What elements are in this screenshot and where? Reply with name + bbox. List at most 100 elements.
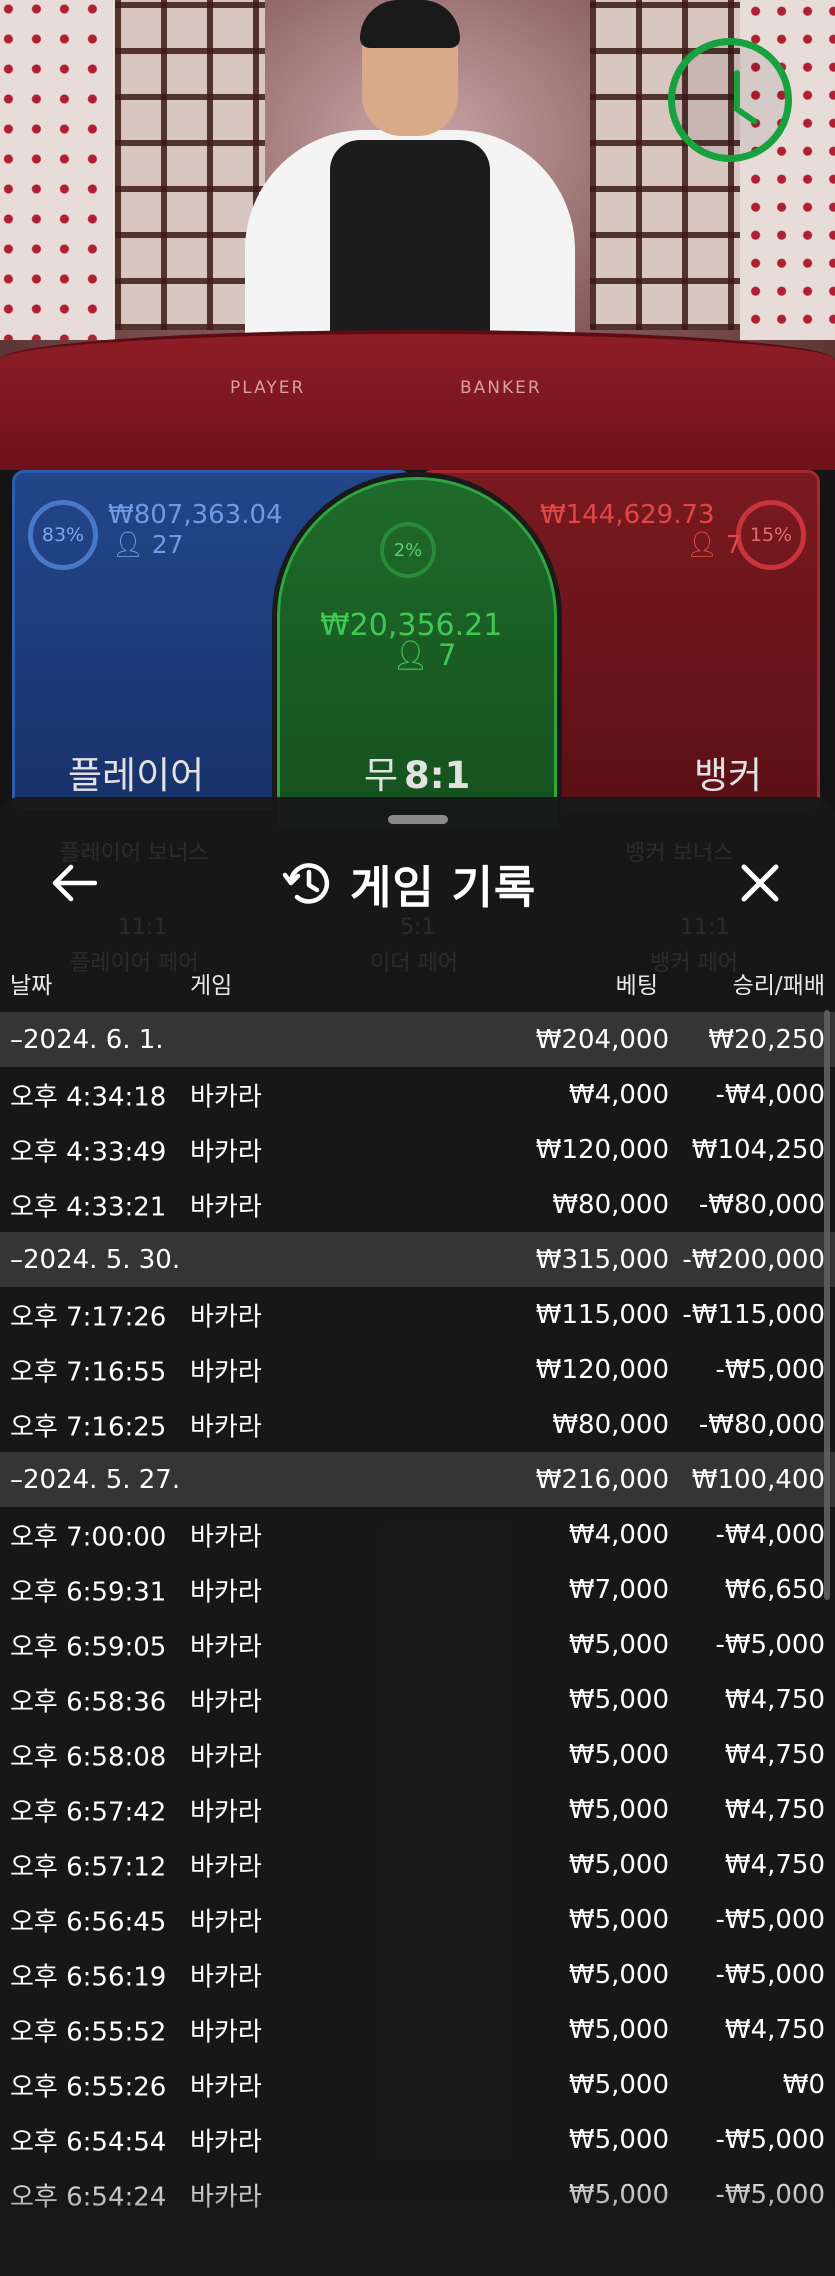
row-bet: ₩5,000: [568, 2069, 669, 2100]
history-row[interactable]: 오후 6:55:26 바카라 ₩5,000 ₩0: [0, 2057, 835, 2112]
row-bet: ₩4,000: [568, 1079, 669, 1110]
row-game: 바카라: [190, 1302, 262, 1332]
date-group-row[interactable]: –2024. 6. 1. ₩204,000 ₩20,250: [0, 1012, 835, 1067]
history-row[interactable]: 오후 6:58:36 바카라 ₩5,000 ₩4,750: [0, 1672, 835, 1727]
row-game: 바카라: [190, 1082, 262, 1112]
history-row[interactable]: 오후 6:59:31 바카라 ₩7,000 ₩6,650: [0, 1562, 835, 1617]
close-icon: [741, 864, 779, 902]
row-result: -₩115,000: [682, 1299, 825, 1330]
column-header-bet: 베팅: [615, 973, 658, 999]
history-row[interactable]: 오후 4:33:49 바카라 ₩120,000 ₩104,250: [0, 1122, 835, 1177]
row-time: 오후 7:16:25: [10, 1412, 167, 1442]
user-icon: 👤︎: [686, 530, 718, 559]
row-result: ₩104,250: [691, 1134, 825, 1165]
date-group-row[interactable]: –2024. 5. 27. ₩216,000 ₩100,400: [0, 1452, 835, 1507]
row-bet: ₩5,000: [568, 1794, 669, 1825]
row-game: 바카라: [190, 1412, 262, 1442]
row-bet: ₩120,000: [535, 1134, 669, 1165]
row-result: -₩200,000: [682, 1244, 825, 1275]
history-row[interactable]: 오후 6:54:54 바카라 ₩5,000 -₩5,000: [0, 2112, 835, 2167]
row-game: 바카라: [190, 1522, 262, 1552]
history-row[interactable]: 오후 6:57:42 바카라 ₩5,000 ₩4,750: [0, 1782, 835, 1837]
row-time: 오후 6:54:54: [10, 2127, 167, 2157]
player-count-value: 27: [151, 530, 184, 559]
row-time: 오후 4:33:21: [10, 1192, 167, 1222]
row-result: ₩100,400: [691, 1464, 825, 1495]
column-header-result: 승리/패배: [732, 973, 825, 999]
history-row[interactable]: 오후 7:17:26 바카라 ₩115,000 -₩115,000: [0, 1287, 835, 1342]
group-date: –2024. 6. 1.: [10, 1024, 164, 1055]
banker-count-value: 7: [725, 530, 742, 559]
group-date: –2024. 5. 30.: [10, 1244, 181, 1275]
row-game: 바카라: [190, 1137, 262, 1167]
row-bet: ₩5,000: [568, 1739, 669, 1770]
row-bet: ₩315,000: [535, 1244, 669, 1275]
group-date: –2024. 5. 27.: [10, 1464, 181, 1495]
row-result: -₩5,000: [715, 1959, 825, 1990]
row-time: 오후 6:56:19: [10, 1962, 167, 1992]
player-percent-ring: 83%: [28, 500, 98, 570]
history-row[interactable]: 오후 7:16:55 바카라 ₩120,000 -₩5,000: [0, 1342, 835, 1397]
tie-payout: 8:1: [404, 754, 471, 797]
row-result: ₩4,750: [724, 1684, 825, 1715]
lattice-screen: [115, 0, 265, 330]
back-button[interactable]: [44, 855, 104, 911]
date-group-row[interactable]: –2024. 5. 30. ₩315,000 -₩200,000: [0, 1232, 835, 1287]
sheet-drag-handle[interactable]: [388, 815, 448, 824]
row-bet: ₩5,000: [568, 1849, 669, 1880]
dealer-hair: [360, 0, 460, 48]
row-bet: ₩5,000: [568, 1629, 669, 1660]
row-result: -₩80,000: [698, 1189, 825, 1220]
history-row[interactable]: 오후 6:56:19 바카라 ₩5,000 -₩5,000: [0, 1947, 835, 2002]
ghost-odds: 11:1: [680, 915, 730, 940]
plum-blossom-backdrop: [0, 0, 115, 340]
history-row[interactable]: 오후 7:00:00 바카라 ₩4,000 -₩4,000: [0, 1507, 835, 1562]
scrollbar[interactable]: [824, 1010, 830, 1600]
history-row[interactable]: 오후 6:58:08 바카라 ₩5,000 ₩4,750: [0, 1727, 835, 1782]
row-time: 오후 4:34:18: [10, 1082, 167, 1112]
history-row[interactable]: 오후 4:33:21 바카라 ₩80,000 -₩80,000: [0, 1177, 835, 1232]
history-row[interactable]: 오후 6:56:45 바카라 ₩5,000 -₩5,000: [0, 1892, 835, 1947]
tie-label-text: 무: [364, 754, 399, 797]
user-icon: 👤︎: [392, 638, 429, 672]
row-time: 오후 6:54:24: [10, 2182, 167, 2212]
history-row[interactable]: 오후 6:54:24 바카라 ₩5,000 -₩5,000: [0, 2167, 835, 2222]
row-result: ₩4,750: [724, 1739, 825, 1770]
back-arrow-icon: [52, 864, 97, 902]
row-result: ₩6,650: [724, 1574, 825, 1605]
row-bet: ₩80,000: [552, 1409, 669, 1440]
column-header-date: 날짜: [10, 973, 53, 999]
row-result: ₩20,250: [708, 1024, 825, 1055]
player-bettor-count: 👤︎ 27: [112, 530, 184, 560]
history-row[interactable]: 오후 6:59:05 바카라 ₩5,000 -₩5,000: [0, 1617, 835, 1672]
row-bet: ₩80,000: [552, 1189, 669, 1220]
row-result: -₩5,000: [715, 2179, 825, 2210]
history-row[interactable]: 오후 6:55:52 바카라 ₩5,000 ₩4,750: [0, 2002, 835, 2057]
tie-percent-ring: 2%: [380, 522, 436, 578]
row-result: ₩4,750: [724, 2014, 825, 2045]
felt-banker-text: BANKER: [460, 378, 542, 398]
row-game: 바카라: [190, 1742, 262, 1772]
history-row[interactable]: 오후 4:34:18 바카라 ₩4,000 -₩4,000: [0, 1067, 835, 1122]
ghost-banker-bonus: 뱅커 보너스: [625, 841, 734, 866]
history-row[interactable]: 오후 7:16:25 바카라 ₩80,000 -₩80,000: [0, 1397, 835, 1452]
row-time: 오후 7:17:26: [10, 1302, 167, 1332]
banker-percent-ring: 15%: [736, 500, 806, 570]
row-bet: ₩5,000: [568, 1904, 669, 1935]
ghost-player-pair: 플레이어 페어: [70, 951, 199, 976]
row-result: ₩4,750: [724, 1849, 825, 1880]
history-row[interactable]: 오후 6:57:12 바카라 ₩5,000 ₩4,750: [0, 1837, 835, 1892]
history-header: 게임 기록: [282, 850, 536, 916]
row-bet: ₩5,000: [568, 2124, 669, 2155]
row-time: 오후 4:33:49: [10, 1137, 167, 1167]
row-game: 바카라: [190, 1632, 262, 1662]
row-game: 바카라: [190, 1962, 262, 1992]
table-felt: [0, 330, 835, 470]
row-game: 바카라: [190, 1577, 262, 1607]
close-button[interactable]: [730, 855, 790, 911]
row-time: 오후 6:58:08: [10, 1742, 167, 1772]
row-result: -₩5,000: [715, 1904, 825, 1935]
row-game: 바카라: [190, 2017, 262, 2047]
row-result: -₩4,000: [715, 1079, 825, 1110]
row-time: 오후 7:16:55: [10, 1357, 167, 1387]
